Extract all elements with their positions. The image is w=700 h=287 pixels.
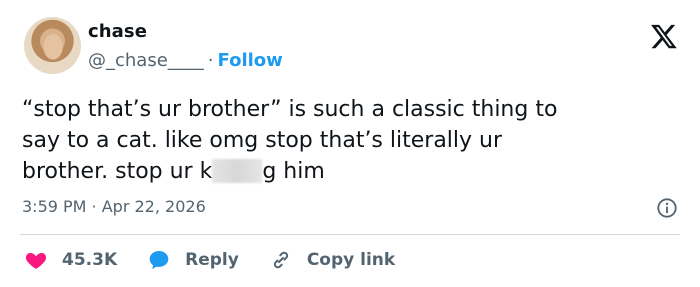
display-name[interactable]: chase — [88, 21, 147, 42]
divider — [20, 234, 680, 235]
reply-label: Reply — [185, 250, 239, 270]
x-logo-icon[interactable] — [650, 22, 678, 50]
likes-count: 45.3K — [62, 250, 118, 270]
separator-dot: · — [207, 50, 214, 71]
follow-button[interactable]: Follow — [218, 50, 283, 71]
speech-bubble-icon — [147, 248, 171, 272]
handle-line: @_chase____ · Follow — [88, 50, 283, 71]
link-icon — [269, 248, 293, 272]
timestamp[interactable]: 3:59 PM · Apr 22, 2026 — [22, 197, 206, 216]
tweet-text: “stop that’s ur brother” is such a class… — [22, 94, 682, 187]
info-icon[interactable] — [656, 197, 678, 219]
blurred-word — [212, 159, 263, 183]
heart-icon — [24, 248, 48, 272]
tweet-text-after: g him — [262, 159, 325, 184]
copy-link-button[interactable]: Copy link — [269, 248, 395, 272]
reply-button[interactable]: Reply — [147, 248, 239, 272]
handle[interactable]: @_chase____ — [88, 50, 204, 71]
avatar[interactable] — [24, 17, 81, 74]
tweet-header: chase @_chase____ · Follow — [20, 16, 680, 80]
action-bar: 45.3K Reply Copy link — [24, 247, 425, 273]
copy-link-label: Copy link — [306, 250, 396, 270]
like-button[interactable]: 45.3K — [24, 248, 117, 272]
